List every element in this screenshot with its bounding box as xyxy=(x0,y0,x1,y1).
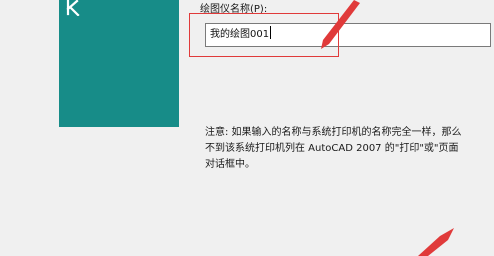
annotation-arrow-icon-lower xyxy=(418,228,454,256)
plotter-name-note: 注意: 如果输入的名称与系统打印机的名称完全一样，那么 不到该系统打印机列在 A… xyxy=(205,127,462,170)
annotation-highlight-box xyxy=(189,13,339,57)
autocad-logo-icon xyxy=(66,0,80,16)
wizard-banner xyxy=(59,0,179,127)
